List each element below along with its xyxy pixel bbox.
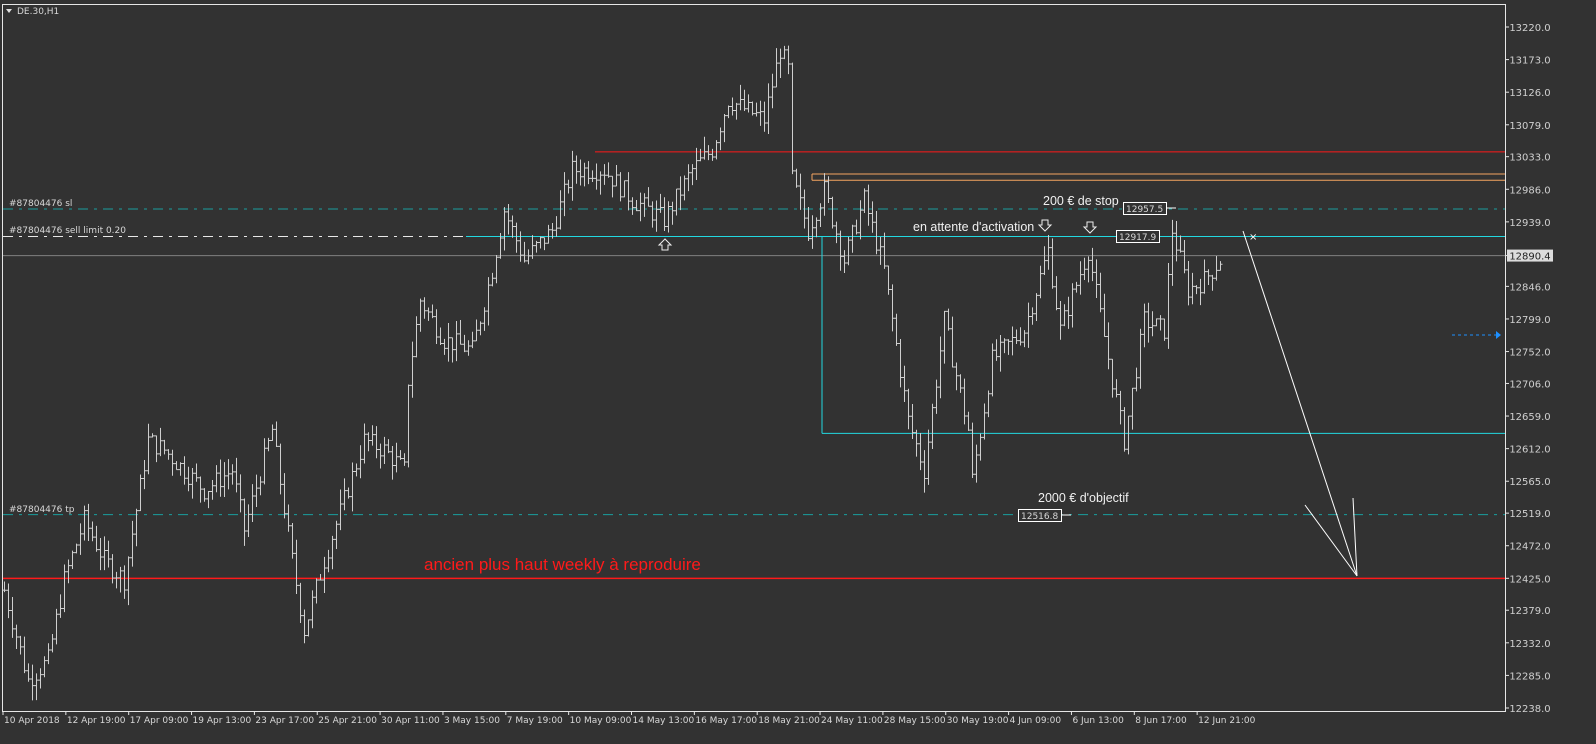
symbol-title: DE.30,H1 bbox=[17, 7, 59, 17]
price-tick-label: 13173.0 bbox=[1509, 56, 1550, 67]
time-tick-label: 19 Apr 13:00 bbox=[193, 716, 252, 726]
price-tick-label: 12659.0 bbox=[1509, 412, 1550, 423]
sell-limit-order-label: #87804476 sell limit 0.20 bbox=[9, 226, 126, 236]
chart-background bbox=[0, 0, 1596, 744]
current-price-label: 12890.4 bbox=[1509, 252, 1550, 263]
price-tick-label: 12752.0 bbox=[1509, 348, 1550, 359]
waiting-annotation: en attente d'activation bbox=[913, 220, 1034, 234]
svg-text:12957.5: 12957.5 bbox=[1126, 205, 1163, 215]
price-tick-label: 12706.0 bbox=[1509, 379, 1550, 390]
time-tick-label: 14 May 13:00 bbox=[633, 716, 695, 726]
time-tick-label: 4 Jun 09:00 bbox=[1010, 716, 1062, 726]
weekly-high-annotation: ancien plus haut weekly à reproduire bbox=[424, 555, 701, 574]
price-tick-label: 12238.0 bbox=[1509, 704, 1550, 715]
sell-limit-price-box: 12917.9 bbox=[1116, 230, 1160, 243]
svg-text:12917.9: 12917.9 bbox=[1119, 233, 1156, 243]
price-tick-label: 12332.0 bbox=[1509, 639, 1550, 650]
price-tick-label: 12612.0 bbox=[1509, 445, 1550, 456]
time-tick-label: 30 May 19:00 bbox=[947, 716, 1009, 726]
target-annotation: 2000 € d'objectif bbox=[1038, 491, 1129, 505]
time-tick-label: 6 Jun 13:00 bbox=[1072, 716, 1124, 726]
close-order-x-icon[interactable]: × bbox=[1249, 232, 1257, 243]
price-tick-label: 12519.0 bbox=[1509, 509, 1550, 520]
price-tick-label: 12425.0 bbox=[1509, 574, 1550, 585]
price-chart[interactable]: DE.30,H1 13220.0 13173.0 13126.0 13079.0 130… bbox=[0, 0, 1596, 744]
time-tick-label: 10 May 09:00 bbox=[570, 716, 632, 726]
time-tick-label: 3 May 15:00 bbox=[444, 716, 500, 726]
time-tick-label: 23 Apr 17:00 bbox=[255, 716, 314, 726]
time-tick-label: 17 Apr 09:00 bbox=[130, 716, 189, 726]
time-tick-label: 16 May 17:00 bbox=[695, 716, 757, 726]
stop-annotation: 200 € de stop bbox=[1043, 194, 1119, 208]
price-tick-label: 12285.0 bbox=[1509, 671, 1550, 682]
price-tick-label: 13220.0 bbox=[1509, 23, 1550, 34]
price-tick-label: 12986.0 bbox=[1509, 185, 1550, 196]
price-tick-label: 12846.0 bbox=[1509, 282, 1550, 293]
time-tick-label: 12 Apr 19:00 bbox=[67, 716, 126, 726]
svg-text:12516.8: 12516.8 bbox=[1021, 512, 1058, 522]
time-tick-label: 25 Apr 21:00 bbox=[318, 716, 377, 726]
time-tick-label: 18 May 21:00 bbox=[758, 716, 820, 726]
price-tick-label: 12565.0 bbox=[1509, 477, 1550, 488]
tp-order-label: #87804476 tp bbox=[9, 505, 75, 515]
time-tick-label: 24 May 11:00 bbox=[821, 716, 883, 726]
time-tick-label: 12 Jun 21:00 bbox=[1198, 716, 1255, 726]
price-tick-label: 12939.0 bbox=[1509, 218, 1550, 229]
price-tick-label: 12379.0 bbox=[1509, 606, 1550, 617]
time-tick-label: 28 May 15:00 bbox=[884, 716, 946, 726]
time-tick-label: 30 Apr 11:00 bbox=[381, 716, 440, 726]
price-tick-label: 12799.0 bbox=[1509, 315, 1550, 326]
price-tick-label: 13079.0 bbox=[1509, 121, 1550, 132]
price-tick-label: 12472.0 bbox=[1509, 542, 1550, 553]
time-tick-label: 8 Jun 17:00 bbox=[1135, 716, 1187, 726]
price-tick-label: 13033.0 bbox=[1509, 153, 1550, 164]
time-tick-label: 10 Apr 2018 bbox=[4, 716, 60, 726]
sl-order-label: #87804476 sl bbox=[9, 199, 72, 209]
price-tick-label: 13126.0 bbox=[1509, 88, 1550, 99]
time-tick-label: 7 May 19:00 bbox=[507, 716, 563, 726]
